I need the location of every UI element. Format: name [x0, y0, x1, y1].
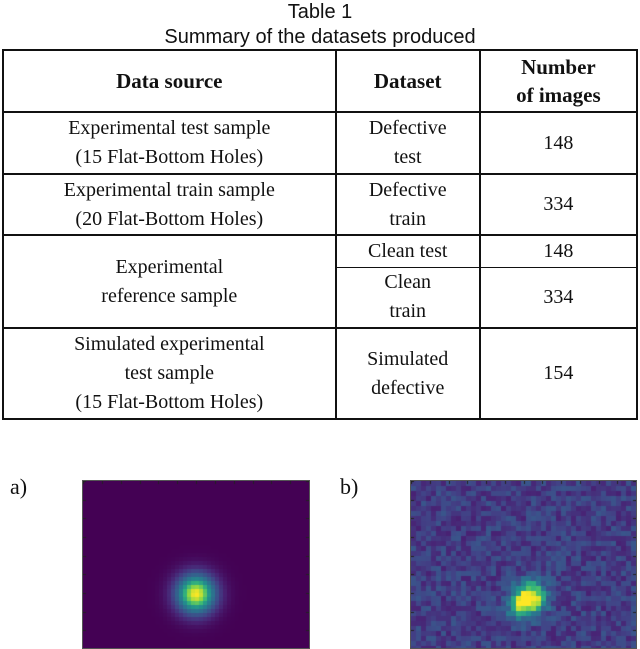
table-row: Experimental train sample (20 Flat-Botto…	[2, 173, 639, 236]
dataset-line: test	[393, 146, 422, 168]
source-line: (20 Flat-Bottom Holes)	[75, 207, 264, 230]
heatmap-b	[410, 480, 637, 649]
source-line: Experimental test sample	[68, 117, 271, 139]
table-header-row: Data source Dataset Number of images	[2, 49, 639, 113]
cell-dataset: Defective train	[334, 173, 481, 236]
table-row: Experimental test sample (15 Flat-Bottom…	[2, 111, 639, 175]
cell-dataset: Defective test	[334, 111, 481, 175]
cell-source: Experimental test sample (15 Flat-Bottom…	[2, 111, 337, 175]
table-label: Table 1	[287, 1, 353, 23]
dataset-line: defective	[371, 376, 445, 399]
cell-count: 334	[478, 173, 639, 236]
dataset-line: Defective	[368, 117, 447, 139]
source-line: reference sample	[101, 284, 238, 307]
dataset-line: train	[389, 207, 427, 230]
cell-count: 334	[478, 266, 639, 329]
cell-source: Experimental train sample (20 Flat-Botto…	[2, 173, 337, 236]
header-number-of-images: Number of images	[478, 49, 639, 113]
cell-count: 154	[478, 327, 639, 420]
table-title: Summary of the datasets produced	[164, 26, 476, 48]
table-row: Experimental reference sample Clean test…	[2, 234, 639, 329]
dataset-line: Defective	[368, 178, 447, 201]
header-data-source: Data source	[2, 49, 337, 113]
source-line: (15 Flat-Bottom Holes)	[75, 146, 264, 168]
cell-source: Experimental reference sample	[2, 234, 337, 329]
heatmap-b-canvas	[411, 481, 636, 648]
dataset-line: Clean	[384, 271, 432, 294]
source-line: Experimental train sample	[63, 178, 275, 201]
header-number-line2: of images	[516, 83, 601, 107]
panel-label-b: b)	[340, 474, 359, 499]
source-line: (15 Flat-Bottom Holes)	[75, 391, 264, 413]
dataset-line: train	[389, 300, 427, 323]
cell-count: 148	[478, 234, 639, 268]
cell-count: 148	[478, 111, 639, 175]
datasets-table: Data source Dataset Number of images Exp…	[2, 49, 639, 420]
source-line: Simulated experimental	[74, 333, 265, 355]
header-number-line1: Number	[521, 55, 596, 79]
cell-dataset: Clean test	[334, 234, 481, 268]
table-row: Simulated experimental test sample (15 F…	[2, 327, 639, 420]
source-line: Experimental	[115, 255, 224, 278]
cell-dataset: Clean train	[334, 266, 481, 329]
cell-source: Simulated experimental test sample (15 F…	[2, 327, 337, 420]
cell-dataset: Simulated defective	[334, 327, 481, 420]
header-dataset: Dataset	[334, 49, 481, 113]
heatmap-a	[82, 480, 310, 649]
dataset-line: Simulated	[367, 347, 449, 370]
heatmap-a-canvas	[83, 481, 309, 648]
source-line: test sample	[124, 362, 215, 384]
panel-label-a: a)	[10, 474, 28, 499]
